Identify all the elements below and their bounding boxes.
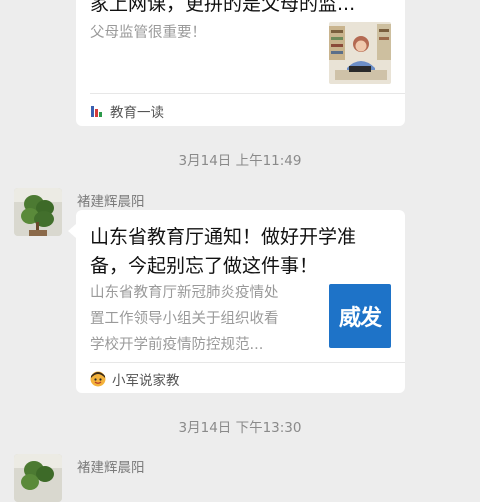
article-source: 教育一读	[90, 100, 164, 122]
article-thumbnail: 威发	[329, 284, 391, 348]
book-stack-icon	[91, 106, 102, 117]
article-title-line-1: 山东省教育厅通知！做好开学准	[90, 226, 357, 248]
source-name: 教育一读	[110, 105, 164, 121]
article-title-line-2: 备，今起别忘了做这件事！	[90, 255, 319, 277]
plant-photo-avatar	[14, 454, 62, 502]
article-source: 小军说家教	[90, 368, 180, 390]
article-summary: 山东省教育厅新冠肺炎疫情处 置工作领导小组关于组织收看 学校开学前疫情防控规范.…	[90, 280, 320, 358]
article-title: 家上网课，更拼的是父母的监...	[90, 0, 356, 15]
avatar[interactable]	[14, 454, 62, 502]
sender-name: 褚建辉晨阳	[77, 194, 145, 210]
timestamp: 3月14日 下午13:30	[178, 420, 302, 436]
bubble-tail	[68, 224, 76, 238]
article-summary-line-1: 山东省教育厅新冠肺炎疫情处	[90, 285, 279, 301]
sender-name: 褚建辉晨阳	[77, 460, 145, 476]
article-title: 山东省教育厅通知！做好开学准 备，今起别忘了做这件事！	[90, 223, 390, 281]
card-divider	[90, 93, 405, 94]
timestamp: 3月14日 上午11:49	[178, 153, 302, 169]
cartoon-face-icon	[90, 371, 106, 387]
article-card-2[interactable]: 山东省教育厅通知！做好开学准 备，今起别忘了做这件事！ 山东省教育厅新冠肺炎疫情…	[76, 210, 405, 393]
card-divider	[90, 362, 405, 363]
article-summary: 父母监管很重要！	[90, 25, 206, 41]
source-name: 小军说家教	[112, 373, 180, 389]
plant-photo-avatar	[14, 188, 62, 236]
article-card-1[interactable]: 家上网课，更拼的是父母的监... 父母监管很重要！ 教育一读	[76, 0, 405, 126]
article-summary-line-2: 置工作领导小组关于组织收看	[90, 311, 279, 327]
avatar[interactable]	[14, 188, 62, 236]
classroom-photo-icon	[329, 22, 391, 84]
article-thumbnail	[329, 22, 391, 84]
article-summary-line-3: 学校开学前疫情防控规范...	[90, 337, 264, 353]
thumbnail-text: 威发	[338, 306, 382, 331]
